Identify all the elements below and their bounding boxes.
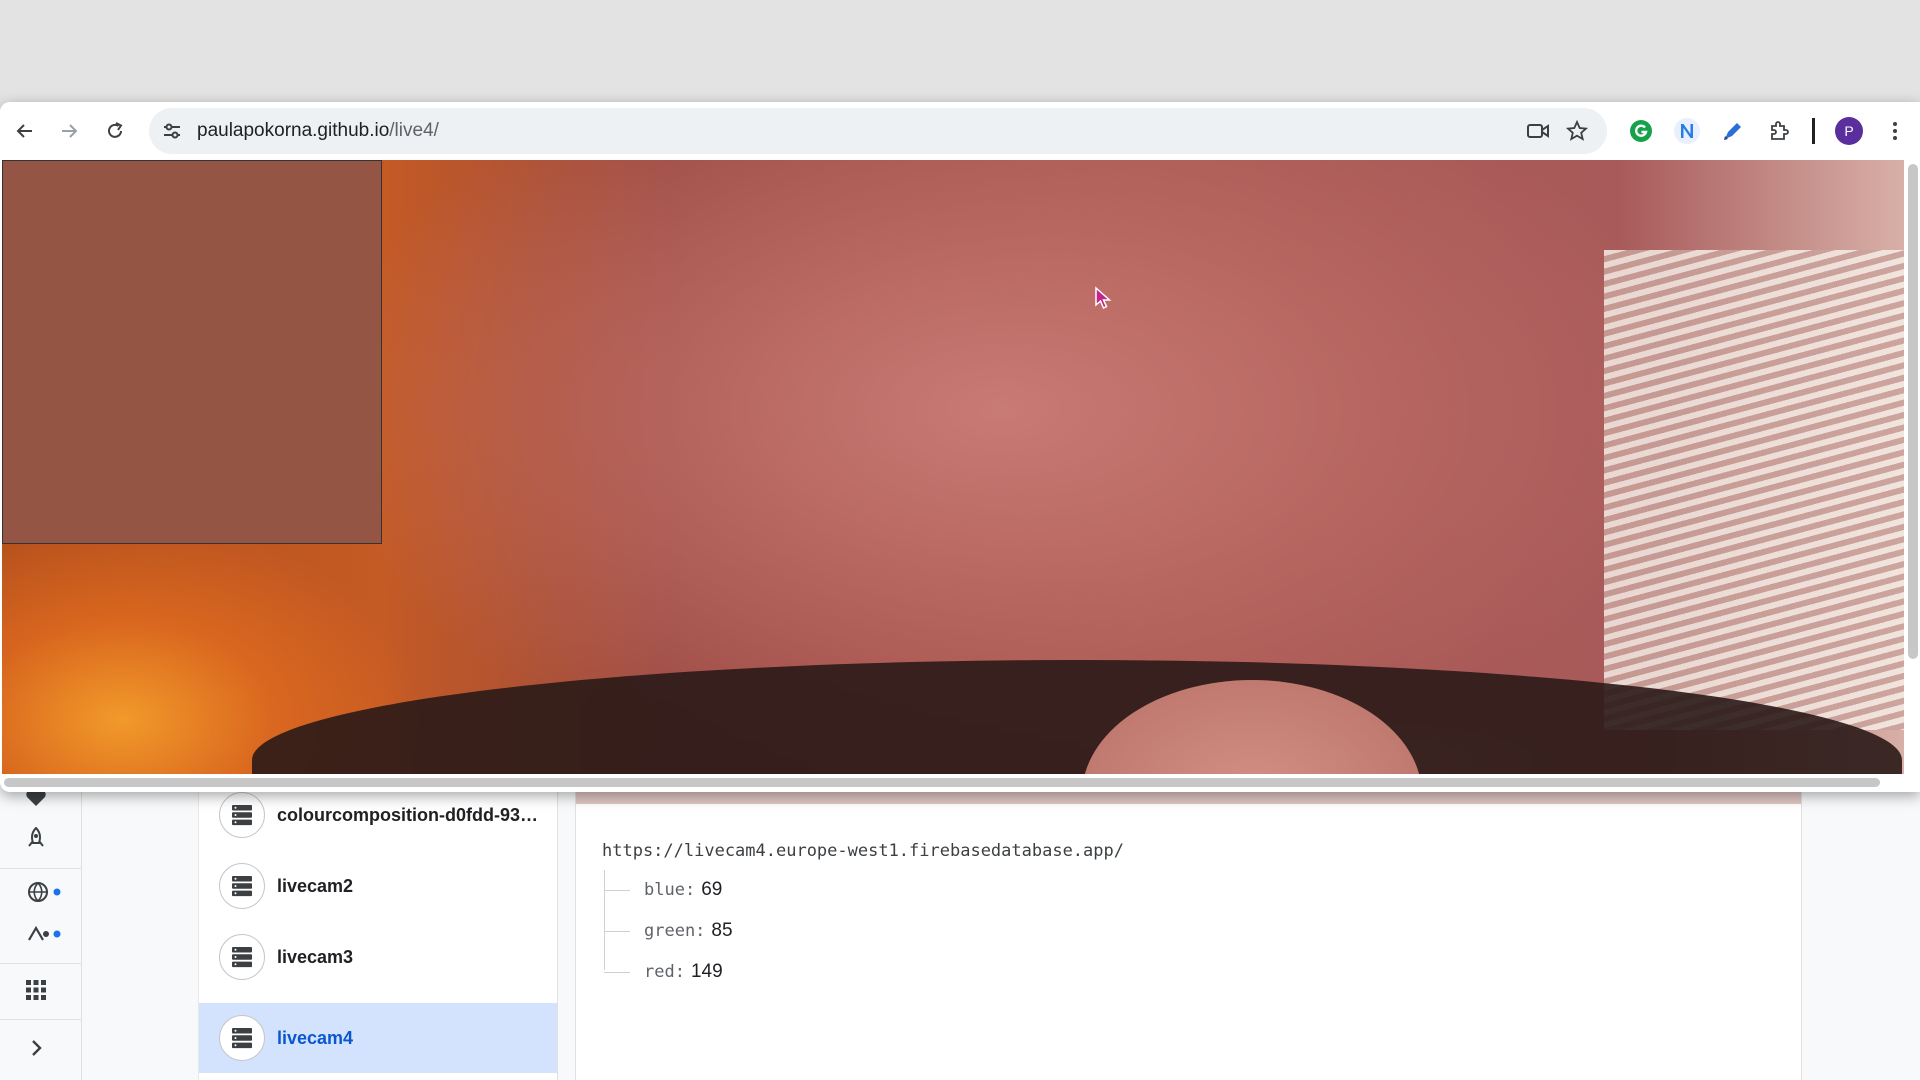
extensions-puzzle-icon[interactable] — [1762, 114, 1796, 148]
notion-n-extension-icon[interactable] — [1670, 114, 1704, 148]
rail-divider — [0, 1019, 81, 1020]
database-item-label: livecam2 — [277, 875, 354, 896]
node-key: blue: — [644, 880, 696, 900]
database-item[interactable]: livecam3 — [199, 922, 557, 992]
forward-button[interactable] — [52, 114, 86, 148]
node-key: red: — [644, 962, 685, 982]
address-bar[interactable]: paulapokorna.github.io/live4/ — [149, 108, 1607, 154]
firebase-console: colourcomposition-d0fdd-9348f... livecam… — [0, 780, 1920, 1080]
database-item-label: livecam3 — [277, 946, 354, 967]
node-key: green: — [644, 921, 706, 941]
toolbar-divider — [1812, 118, 1815, 144]
database-icon — [219, 1015, 265, 1061]
url-text[interactable]: paulapokorna.github.io/live4/ — [197, 120, 439, 142]
database-list: colourcomposition-d0fdd-9348f... livecam… — [198, 780, 558, 1080]
rail-divider — [0, 963, 81, 964]
firebase-nav-rail — [0, 780, 82, 1080]
node-value[interactable]: 85 — [711, 920, 732, 942]
data-node[interactable]: blue: 69 — [604, 875, 722, 905]
highlighter-pen-icon[interactable] — [1716, 114, 1750, 148]
more-menu-icon[interactable] — [1878, 114, 1912, 148]
database-item-label: colourcomposition-d0fdd-9348f... — [277, 804, 547, 825]
url-host: paulapokorna.github.io — [197, 120, 390, 141]
database-item[interactable]: livecam2 — [199, 851, 557, 921]
hosting-globe-icon[interactable] — [24, 878, 64, 906]
database-item-selected[interactable]: livecam4 — [199, 1003, 557, 1073]
window-blinds — [1604, 250, 1904, 730]
apps-grid-icon[interactable] — [22, 976, 50, 1004]
database-item-label: livecam4 — [277, 1027, 354, 1048]
popup-browser-window: paulapokorna.github.io/live4/ P — [0, 102, 1920, 792]
back-button[interactable] — [8, 114, 42, 148]
url-path: /live4/ — [389, 120, 439, 141]
reload-button[interactable] — [98, 114, 132, 148]
bookmark-star-icon[interactable] — [1564, 118, 1590, 144]
rail-divider — [0, 868, 81, 869]
functions-link-icon[interactable] — [24, 920, 64, 948]
database-url[interactable]: https://livecam4.europe-west1.firebaseda… — [602, 841, 1124, 861]
database-icon — [219, 934, 265, 980]
browser-toolbar: paulapokorna.github.io/live4/ P — [0, 102, 1920, 160]
mouse-cursor-icon — [1094, 286, 1112, 315]
database-data-viewer: https://livecam4.europe-west1.firebaseda… — [575, 780, 1802, 1080]
panel-top-strip — [576, 792, 1801, 804]
camera-in-use-icon[interactable] — [1525, 118, 1551, 144]
average-colour-swatch — [2, 160, 382, 544]
site-settings-icon[interactable] — [159, 118, 185, 144]
database-icon — [219, 792, 265, 838]
grammarly-icon[interactable] — [1624, 114, 1658, 148]
vertical-scrollbar[interactable] — [1908, 164, 1918, 659]
chevron-right-icon[interactable] — [22, 1034, 50, 1062]
rocket-icon[interactable] — [22, 824, 50, 852]
node-value[interactable]: 149 — [691, 961, 723, 983]
data-node[interactable]: red: 149 — [604, 957, 723, 987]
data-node[interactable]: green: 85 — [604, 916, 733, 946]
database-icon — [219, 863, 265, 909]
profile-avatar[interactable]: P — [1835, 117, 1863, 145]
webcam-video-feed — [2, 160, 1904, 774]
horizontal-scrollbar[interactable] — [4, 778, 1880, 787]
node-value[interactable]: 69 — [701, 879, 722, 901]
